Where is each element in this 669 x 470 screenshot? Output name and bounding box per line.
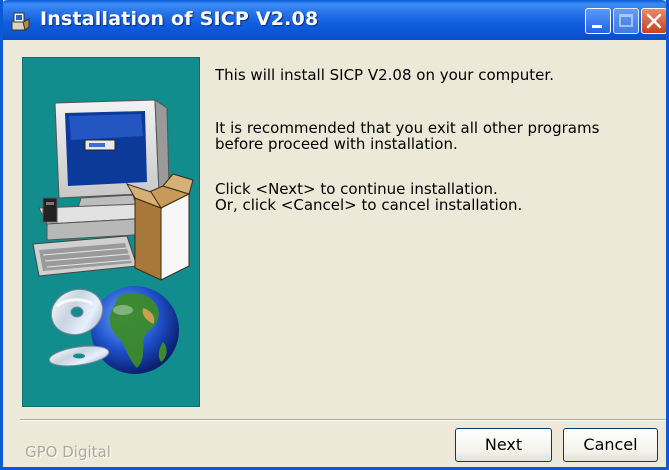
maximize-button[interactable] xyxy=(613,8,639,34)
brand-label: GPO Digital xyxy=(25,443,111,461)
close-button[interactable] xyxy=(641,8,666,34)
recommendation-text-line1: It is recommended that you exit all othe… xyxy=(215,119,600,137)
instruction-text-line2: Or, click <Cancel> to cancel installatio… xyxy=(215,196,523,214)
footer-separator xyxy=(20,419,666,421)
next-button[interactable]: Next xyxy=(455,428,552,462)
maximize-icon xyxy=(619,14,633,27)
installer-illustration-panel xyxy=(22,57,200,407)
cancel-button[interactable]: Cancel xyxy=(563,428,658,462)
instruction-text-line1: Click <Next> to continue installation. xyxy=(215,180,498,198)
computer-globe-illustration xyxy=(32,99,194,374)
minimize-icon xyxy=(592,25,602,28)
recommendation-text-line2: before proceed with installation. xyxy=(215,135,458,153)
installer-window: Installation of SICP V2.08 This will ins… xyxy=(0,0,669,470)
title-bar[interactable]: Installation of SICP V2.08 xyxy=(3,0,666,40)
window-title: Installation of SICP V2.08 xyxy=(40,8,319,30)
installer-icon xyxy=(11,12,30,31)
minimize-button[interactable] xyxy=(585,8,611,34)
close-icon xyxy=(646,13,662,29)
intro-text: This will install SICP V2.08 on your com… xyxy=(215,66,554,84)
